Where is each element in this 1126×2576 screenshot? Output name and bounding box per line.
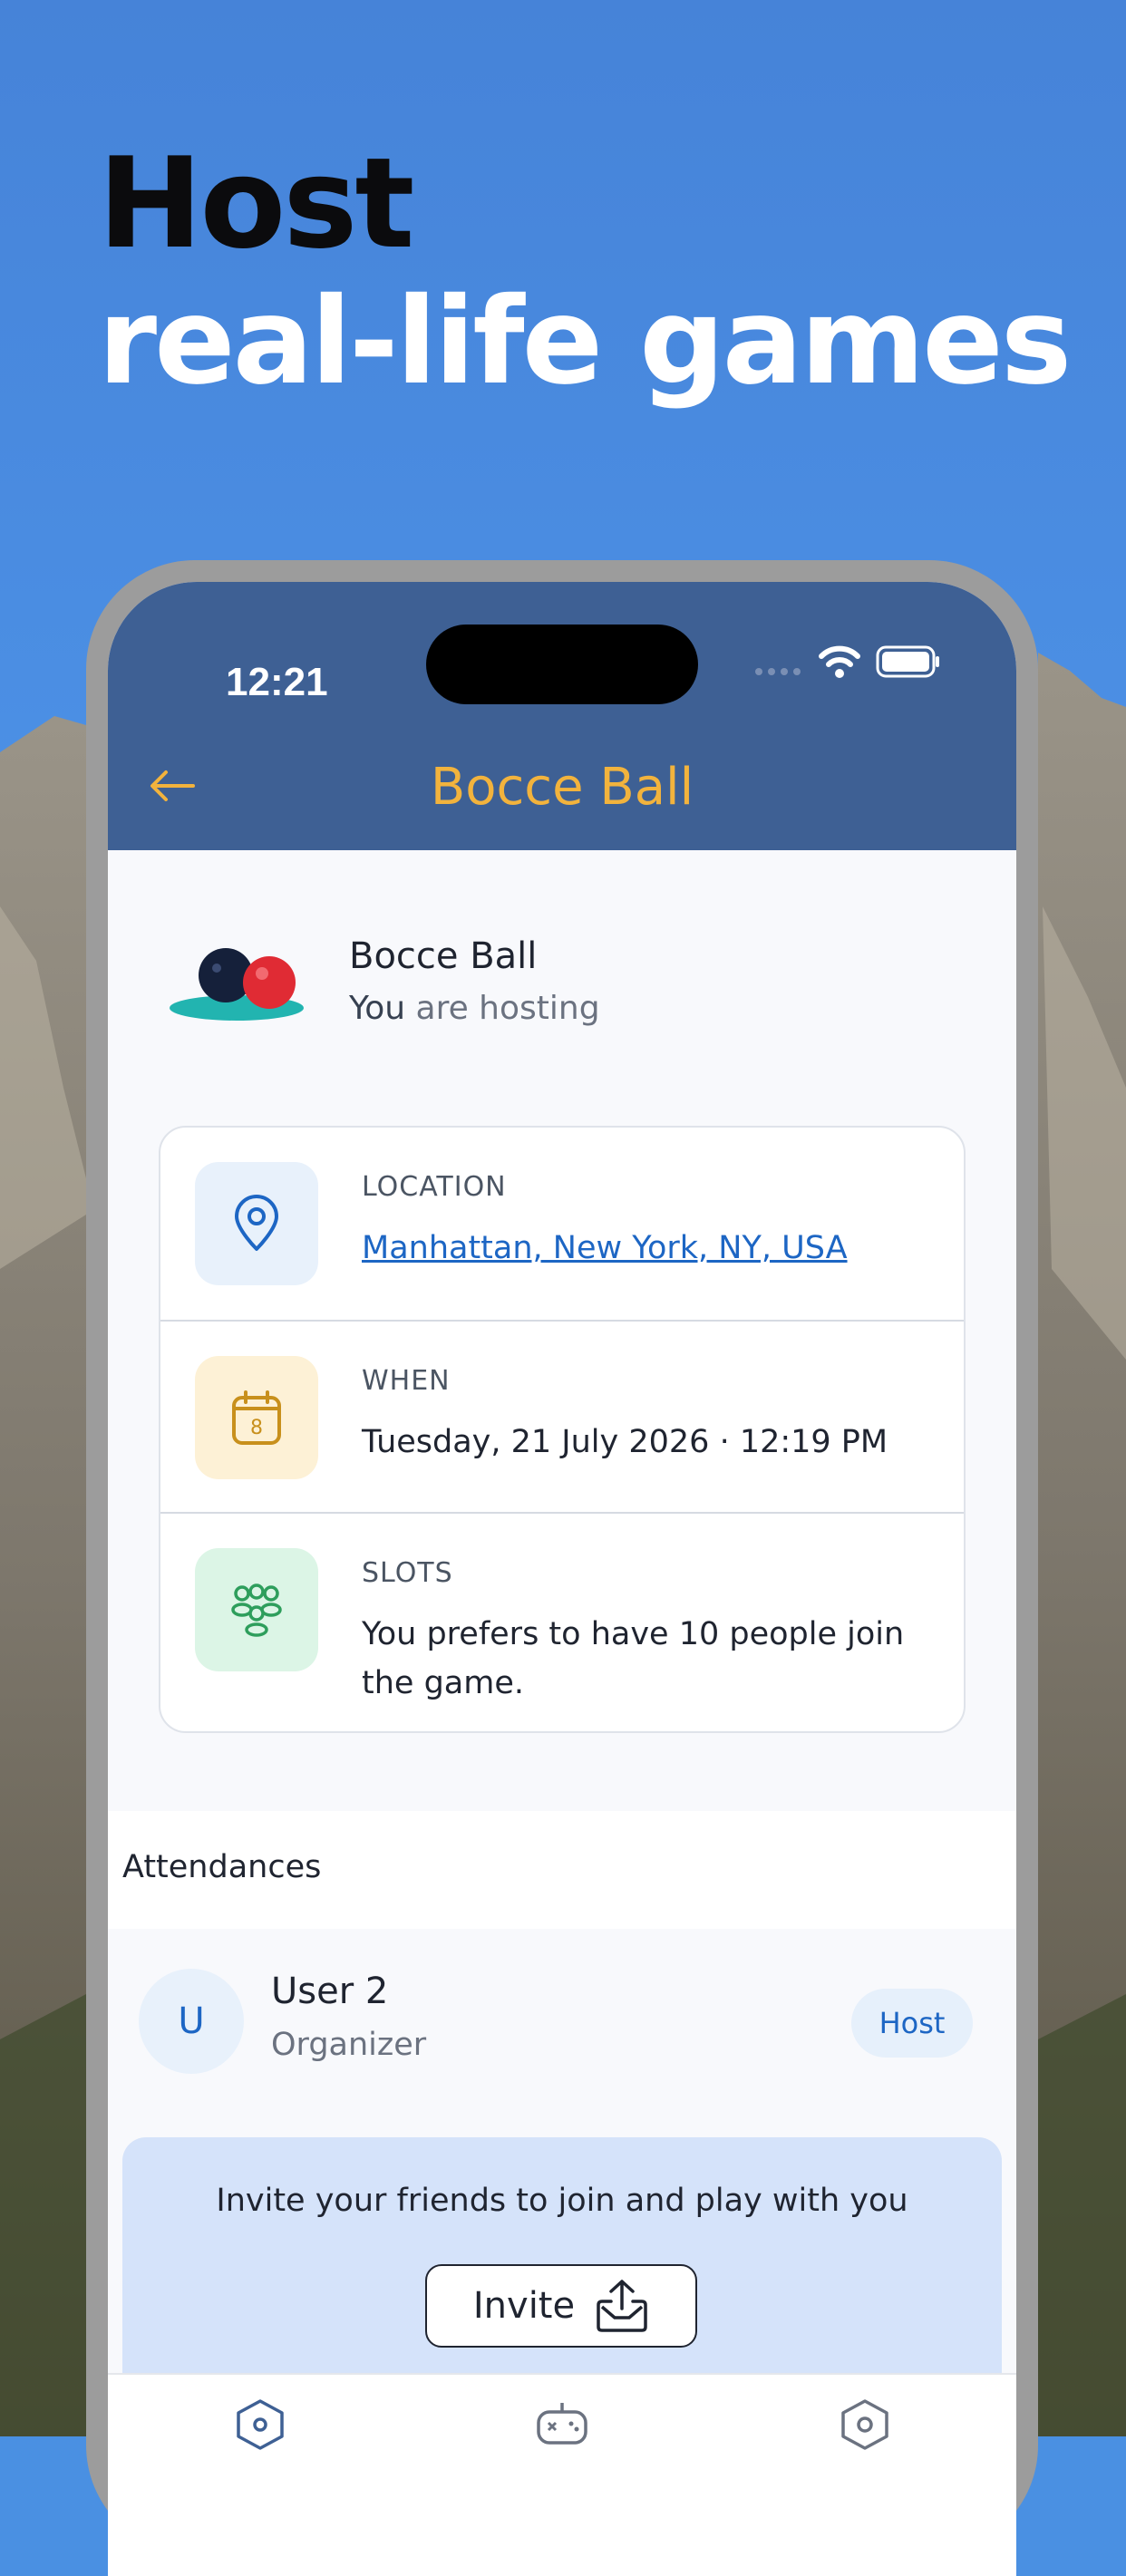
attendee-name: User 2 [271, 1971, 389, 2012]
when-row: 8 WHEN Tuesday, 21 July 2026 · 12:19 PM [160, 1320, 964, 1514]
invite-prompt: Invite your friends to join and play wit… [216, 2183, 908, 2219]
slots-row: SLOTS You prefers to have 10 people join… [160, 1512, 964, 1731]
tab-settings[interactable] [829, 2393, 901, 2456]
when-label: WHEN [362, 1365, 451, 1397]
bocce-balls-icon [170, 948, 304, 1021]
attendee-role: Organizer [271, 2027, 427, 2063]
map-pin-icon [235, 1195, 278, 1251]
people-group-icon [231, 1583, 282, 1637]
slots-label: SLOTS [362, 1557, 453, 1589]
game-details-card: LOCATION Manhattan, New York, NY, USA 8 … [159, 1126, 966, 1733]
when-value: Tuesday, 21 July 2026 · 12:19 PM [362, 1424, 888, 1460]
host-text: are hosting [405, 990, 600, 1027]
arrow-left-icon [150, 770, 195, 801]
share-upload-icon [597, 2280, 647, 2332]
home-hexagon-icon [237, 2399, 284, 2450]
gamepad-icon [537, 2403, 587, 2445]
app-header: 12:21 Bocce Ball [108, 582, 1016, 850]
game-name: Bocce Ball [349, 935, 538, 977]
slots-icon-tile [195, 1548, 318, 1671]
tab-games[interactable] [526, 2393, 598, 2456]
invite-panel: Invite your friends to join and play wit… [122, 2137, 1002, 2409]
back-button[interactable] [141, 754, 204, 818]
host-badge: Host [851, 1989, 973, 2058]
location-row: LOCATION Manhattan, New York, NY, USA [160, 1128, 964, 1320]
invite-button[interactable]: Invite [425, 2264, 697, 2348]
location-link[interactable]: Manhattan, New York, NY, USA [362, 1224, 933, 1273]
slots-value: You prefers to have 10 people join the g… [362, 1616, 905, 1701]
attendances-title: Attendances [122, 1849, 322, 1885]
status-time: 12:21 [226, 660, 328, 704]
battery-icon [876, 645, 939, 678]
host-subject: You [349, 990, 406, 1027]
app-screen: 12:21 Bocce Ball Bocce Ball You are host… [108, 582, 1016, 2576]
hosting-status: You are hosting [349, 990, 600, 1027]
location-icon-tile [195, 1162, 318, 1285]
settings-hexagon-icon [841, 2399, 888, 2450]
invite-button-label: Invite [472, 2285, 576, 2327]
tab-home[interactable] [224, 2393, 296, 2456]
location-label: LOCATION [362, 1171, 507, 1203]
cellular-signal-icon [755, 668, 801, 675]
phone-frame: 12:21 Bocce Ball Bocce Ball You are host… [86, 560, 1038, 2576]
headline-line-1: Host [98, 131, 414, 276]
headline-line-2: real-life games [98, 272, 1072, 412]
headline: Host real-life games [98, 131, 1072, 412]
avatar: U [139, 1969, 244, 2074]
page-title: Bocce Ball [430, 758, 694, 817]
calendar-icon: 8 [232, 1390, 281, 1445]
wifi-icon [819, 645, 860, 678]
dynamic-island [426, 625, 698, 704]
bottom-tab-bar [108, 2373, 1016, 2576]
when-icon-tile: 8 [195, 1356, 318, 1479]
calendar-day: 8 [250, 1417, 263, 1439]
